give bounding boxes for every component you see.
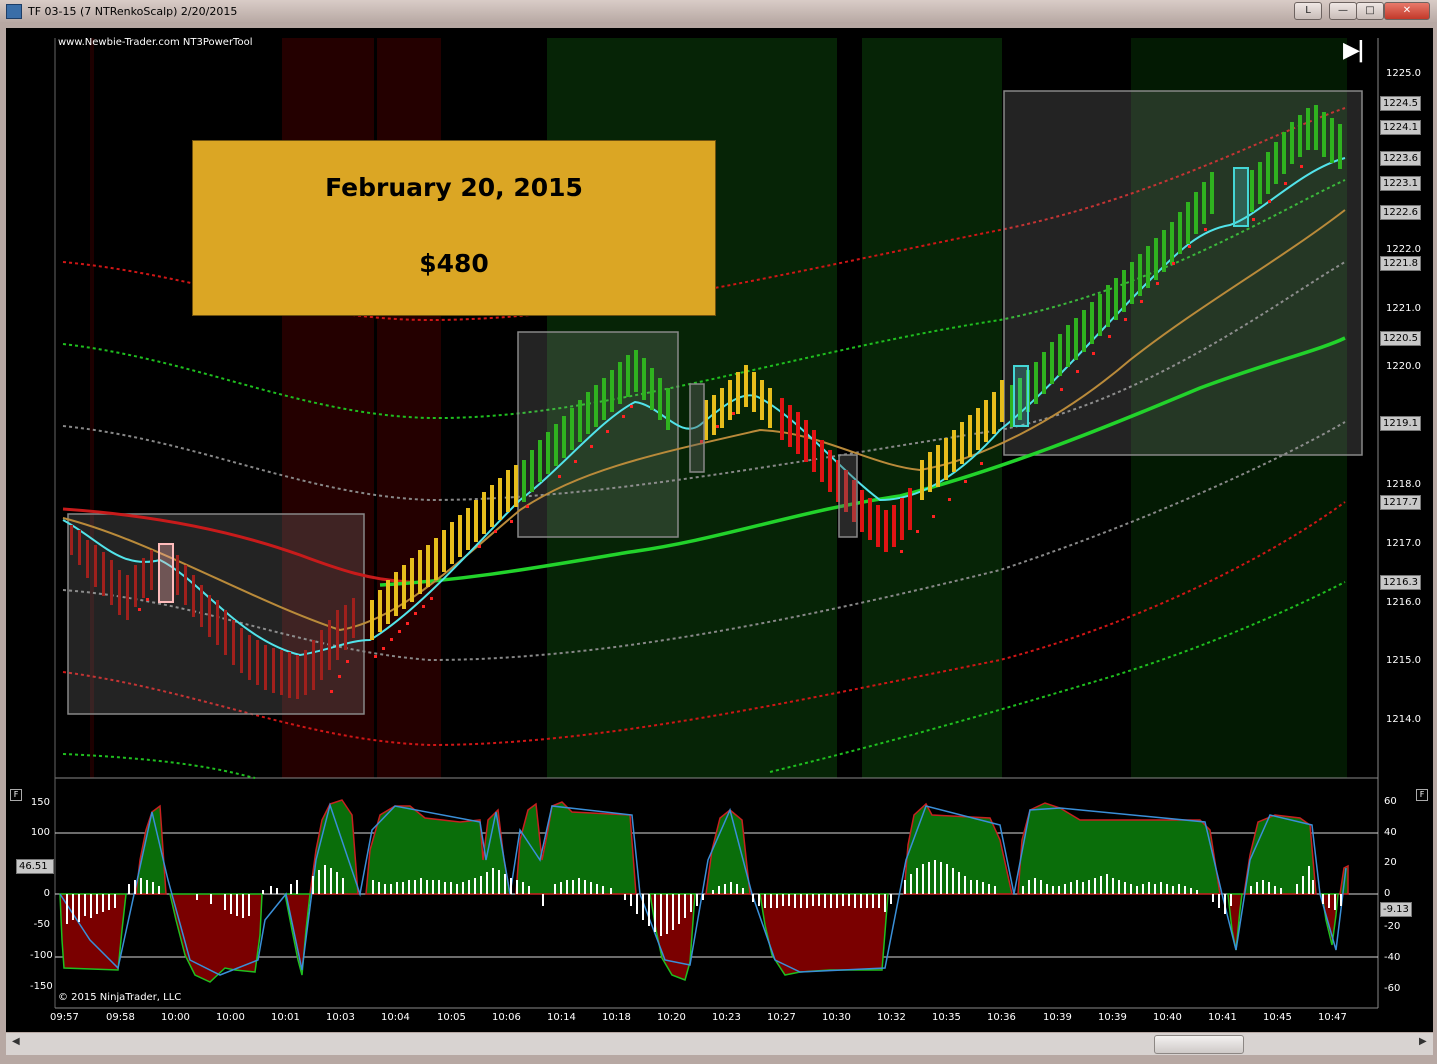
time-axis-label: 10:47 bbox=[1318, 1012, 1347, 1023]
osc-right-axis-label: -40 bbox=[1384, 952, 1401, 963]
osc-right-axis-label: 0 bbox=[1384, 888, 1391, 899]
price-axis-label: 1216.0 bbox=[1386, 597, 1421, 608]
result-banner: February 20, 2015 $480 bbox=[192, 140, 716, 316]
scroll-right-icon[interactable]: ▶ bbox=[1419, 1036, 1427, 1047]
time-axis-label: 10:32 bbox=[877, 1012, 906, 1023]
price-axis-label: 1214.0 bbox=[1386, 714, 1421, 725]
price-axis-label: 1217.0 bbox=[1386, 538, 1421, 549]
osc-left-badge: 46.51 bbox=[16, 859, 54, 874]
exit-marker bbox=[158, 543, 174, 603]
time-axis-label: 10:39 bbox=[1098, 1012, 1127, 1023]
time-axis-label: 10:01 bbox=[271, 1012, 300, 1023]
time-axis-label: 10:06 bbox=[492, 1012, 521, 1023]
price-axis-label: 1221.0 bbox=[1386, 303, 1421, 314]
time-axis-label: 10:23 bbox=[712, 1012, 741, 1023]
price-axis-label: 1220.0 bbox=[1386, 361, 1421, 372]
time-axis-label: 10:00 bbox=[216, 1012, 245, 1023]
price-badge: 1219.1 bbox=[1380, 416, 1421, 431]
osc-left-axis-label: 150 bbox=[30, 797, 50, 808]
horizontal-scrollbar[interactable]: ◀ ▶ bbox=[6, 1033, 1433, 1055]
panel-marker[interactable]: F bbox=[10, 789, 22, 801]
osc-right-axis-label: 60 bbox=[1384, 796, 1397, 807]
price-badge: 1224.5 bbox=[1380, 96, 1421, 111]
oscillator-panel bbox=[55, 799, 1378, 983]
watermark-text: www.Newbie-Trader.com NT3PowerTool bbox=[58, 37, 253, 48]
osc-left-axis-label: 0 bbox=[43, 888, 50, 899]
price-axis-label: 1222.0 bbox=[1386, 244, 1421, 255]
time-axis-label: 10:39 bbox=[1043, 1012, 1072, 1023]
osc-left-axis-label: -150 bbox=[30, 981, 53, 992]
copyright-text: © 2015 NinjaTrader, LLC bbox=[58, 992, 182, 1003]
price-badge: 1216.3 bbox=[1380, 575, 1421, 590]
price-badge: 1222.6 bbox=[1380, 205, 1421, 220]
osc-right-axis-label: 40 bbox=[1384, 827, 1397, 838]
osc-left-axis-label: 100 bbox=[30, 827, 50, 838]
time-axis-label: 10:20 bbox=[657, 1012, 686, 1023]
price-axis-label: 1215.0 bbox=[1386, 655, 1421, 666]
banner-amount: $480 bbox=[419, 249, 489, 278]
marker-box bbox=[838, 454, 858, 538]
time-axis-label: 10:36 bbox=[987, 1012, 1016, 1023]
price-axis-label: 1218.0 bbox=[1386, 479, 1421, 490]
entry-marker bbox=[1233, 167, 1249, 227]
time-axis-label: 10:45 bbox=[1263, 1012, 1292, 1023]
time-axis-label: 10:00 bbox=[161, 1012, 190, 1023]
price-badge: 1223.1 bbox=[1380, 176, 1421, 191]
time-axis-label: 10:18 bbox=[602, 1012, 631, 1023]
time-axis-label: 10:30 bbox=[822, 1012, 851, 1023]
price-badge: 1223.6 bbox=[1380, 151, 1421, 166]
time-axis-label: 10:04 bbox=[381, 1012, 410, 1023]
panel-marker[interactable]: F bbox=[1416, 789, 1428, 801]
osc-right-axis-label: -20 bbox=[1384, 921, 1401, 932]
time-axis-label: 10:14 bbox=[547, 1012, 576, 1023]
scroll-left-icon[interactable]: ◀ bbox=[12, 1036, 20, 1047]
time-axis-label: 10:03 bbox=[326, 1012, 355, 1023]
price-axis-label: 1225.0 bbox=[1386, 68, 1421, 79]
osc-left-axis-label: -100 bbox=[30, 950, 53, 961]
price-badge: 1224.1 bbox=[1380, 120, 1421, 135]
entry-marker bbox=[1013, 365, 1029, 427]
price-badge: 1217.7 bbox=[1380, 495, 1421, 510]
scroll-thumb[interactable] bbox=[1154, 1035, 1244, 1054]
banner-date: February 20, 2015 bbox=[325, 173, 583, 202]
scroll-to-end-icon[interactable]: ▶| bbox=[1343, 38, 1365, 63]
osc-right-badge: -9.13 bbox=[1380, 902, 1412, 917]
time-axis-label: 10:35 bbox=[932, 1012, 961, 1023]
price-badge: 1221.8 bbox=[1380, 256, 1421, 271]
time-axis-label: 10:41 bbox=[1208, 1012, 1237, 1023]
time-axis-label: 10:27 bbox=[767, 1012, 796, 1023]
price-badge: 1220.5 bbox=[1380, 331, 1421, 346]
marker-box bbox=[689, 383, 705, 473]
time-axis-label: 10:05 bbox=[437, 1012, 466, 1023]
time-axis-label: 09:57 bbox=[50, 1012, 79, 1023]
osc-left-axis-label: -50 bbox=[33, 919, 50, 930]
osc-right-axis-label: -60 bbox=[1384, 983, 1401, 994]
time-axis-label: 10:40 bbox=[1153, 1012, 1182, 1023]
osc-right-axis-label: 20 bbox=[1384, 857, 1397, 868]
time-axis-label: 09:58 bbox=[106, 1012, 135, 1023]
